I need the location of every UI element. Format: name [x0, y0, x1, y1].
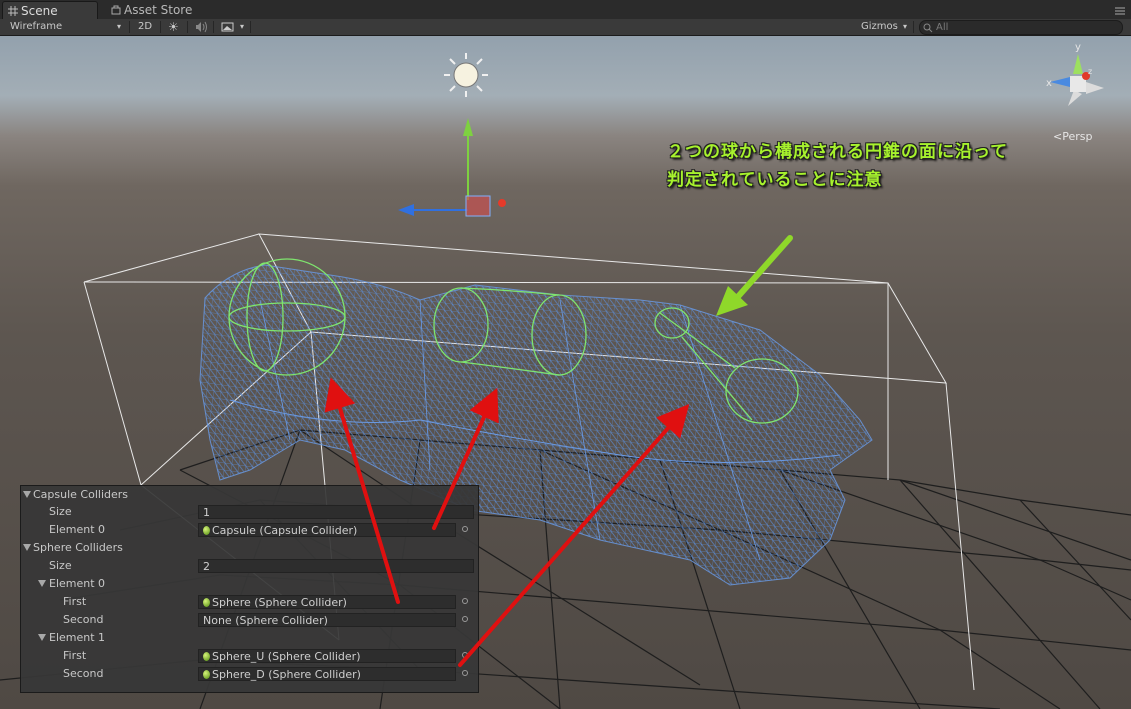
tab-asset-store[interactable]: Asset Store — [106, 1, 214, 19]
capsule-size-label: Size — [49, 505, 72, 518]
annotation-line-2: 判定されていることに注意 — [667, 170, 883, 190]
capsule-size-field[interactable]: 1 — [198, 505, 474, 519]
capsule-element0-row: Element 0 Capsule (Capsule Collider) — [21, 521, 478, 539]
scene-toolbar: Wireframe ▾ 2D ☀ ▾ Gizmos ▾ All — [0, 19, 1131, 36]
element1-second-label: Second — [63, 667, 104, 680]
search-placeholder: All — [936, 22, 949, 33]
tab-asset-store-label: Asset Store — [124, 3, 193, 17]
capsule-element0-field[interactable]: Capsule (Capsule Collider) — [198, 523, 456, 537]
menu-icon[interactable] — [1115, 7, 1125, 15]
sphere-size-label: Size — [49, 559, 72, 572]
search-icon — [923, 23, 933, 33]
capsule-element0-value: Capsule (Capsule Collider) — [212, 524, 358, 537]
element0-header: Element 0 — [49, 577, 106, 590]
element0-second-field[interactable]: None (Sphere Collider) — [198, 613, 456, 627]
element1-first-field[interactable]: Sphere_U (Sphere Collider) — [198, 649, 456, 663]
element0-first-field[interactable]: Sphere (Sphere Collider) — [198, 595, 456, 609]
element0-first-label: First — [63, 595, 87, 608]
search-input[interactable]: All — [919, 20, 1123, 35]
draw-mode-dropdown[interactable]: Wireframe — [10, 19, 62, 35]
element0-first-row: First Sphere (Sphere Collider) — [21, 593, 478, 611]
sphere-size-row: Size 2 — [21, 557, 478, 575]
object-picker-icon[interactable] — [462, 526, 468, 532]
element0-second-value: None (Sphere Collider) — [203, 614, 328, 627]
capsule-size-value: 1 — [203, 506, 210, 519]
sphere-colliders-header: Sphere Colliders — [33, 541, 123, 554]
projection-toggle[interactable]: <Persp — [1053, 130, 1092, 143]
chevron-down-icon: ▾ — [117, 22, 122, 31]
capsule-colliders-header: Capsule Colliders — [33, 488, 129, 501]
grid-icon — [8, 6, 18, 16]
store-icon — [111, 5, 121, 15]
element1-second-field[interactable]: Sphere_D (Sphere Collider) — [198, 667, 456, 681]
object-picker-icon[interactable] — [462, 616, 468, 622]
draw-mode-label: Wireframe — [10, 21, 63, 32]
axis-z-label: z — [1088, 67, 1092, 76]
collider-icon — [203, 526, 210, 535]
foldout-arrow-icon — [23, 491, 31, 498]
orientation-gizmo: y x z — [1046, 42, 1104, 106]
projection-label: Persp — [1062, 130, 1093, 143]
tab-bar: Scene Asset Store — [0, 0, 1131, 20]
tab-scene-label: Scene — [21, 4, 58, 18]
gizmos-label: Gizmos — [861, 21, 898, 32]
lighting-toggle-icon[interactable]: ☀ — [168, 19, 179, 35]
sphere-colliders-foldout[interactable]: Sphere Colliders — [21, 539, 478, 557]
element1-first-row: First Sphere_U (Sphere Collider) — [21, 647, 478, 665]
element1-second-value: Sphere_D (Sphere Collider) — [212, 668, 361, 681]
element1-header: Element 1 — [49, 631, 106, 644]
collider-icon — [203, 652, 210, 661]
element1-foldout[interactable]: Element 1 — [21, 629, 478, 647]
transform-gizmo — [398, 118, 506, 217]
annotation-line-1: ２つの球から構成される円錐の面に沿って — [667, 142, 1009, 162]
annotation-text: ２つの球から構成される円錐の面に沿って 判定されていることに注意 — [667, 138, 1008, 194]
persp-icon: < — [1053, 130, 1063, 143]
axis-y-label: y — [1075, 42, 1081, 53]
axis-x-label: x — [1046, 78, 1052, 89]
element1-second-row: Second Sphere_D (Sphere Collider) — [21, 665, 478, 683]
capsule-colliders-foldout[interactable]: Capsule Colliders — [21, 486, 478, 504]
gizmos-dropdown[interactable]: Gizmos — [861, 19, 898, 35]
element0-second-label: Second — [63, 613, 104, 626]
object-picker-icon[interactable] — [462, 652, 468, 658]
tab-scene[interactable]: Scene — [2, 1, 98, 20]
sphere-size-value: 2 — [203, 560, 210, 573]
foldout-arrow-icon — [23, 544, 31, 551]
element1-first-label: First — [63, 649, 87, 662]
foldout-arrow-icon — [38, 580, 46, 587]
element1-first-value: Sphere_U (Sphere Collider) — [212, 650, 361, 663]
light-icon — [444, 53, 488, 97]
audio-toggle-icon[interactable] — [194, 19, 208, 35]
2d-toggle-label: 2D — [138, 21, 153, 32]
collider-inspector: Capsule Colliders Size 1 Element 0 Capsu… — [20, 485, 479, 693]
collider-icon — [203, 670, 210, 679]
element0-foldout[interactable]: Element 0 — [21, 575, 478, 593]
effects-dropdown-icon[interactable]: ▾ — [240, 19, 244, 35]
gizmos-chevron-icon: ▾ — [903, 22, 908, 31]
element0-first-value: Sphere (Sphere Collider) — [212, 596, 347, 609]
element0-second-row: Second None (Sphere Collider) — [21, 611, 478, 629]
object-picker-icon[interactable] — [462, 670, 468, 676]
capsule-size-row: Size 1 — [21, 503, 478, 521]
collider-icon — [203, 598, 210, 607]
capsule-element0-label: Element 0 — [49, 523, 106, 536]
2d-toggle-button[interactable]: 2D — [138, 19, 152, 35]
effects-toggle-icon[interactable] — [221, 19, 235, 35]
foldout-arrow-icon — [38, 634, 46, 641]
sphere-size-field[interactable]: 2 — [198, 559, 474, 573]
object-picker-icon[interactable] — [462, 598, 468, 604]
